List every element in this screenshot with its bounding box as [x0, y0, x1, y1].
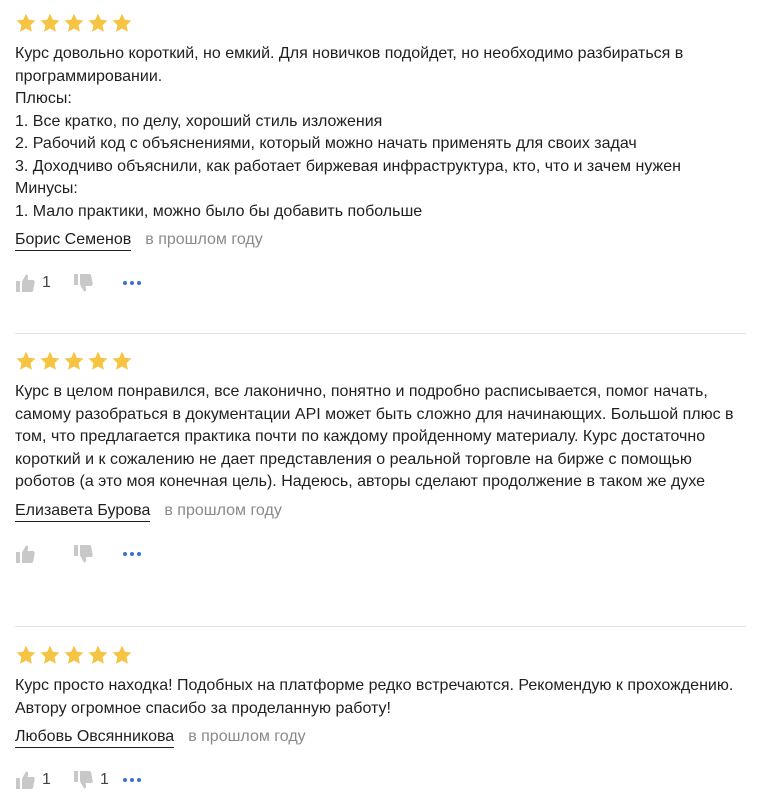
star-icon [111, 644, 133, 666]
like-count: 1 [42, 771, 51, 788]
review-date: в прошлом году [164, 501, 282, 519]
thumbs-up-icon [15, 273, 35, 293]
review-text: Курс просто находка! Подобных на платфор… [15, 677, 738, 717]
review-actions: 1 [15, 271, 745, 295]
thumbs-down-icon [73, 544, 93, 564]
review-card: Курс в целом понравился, все лаконично, … [0, 349, 760, 566]
star-icon [63, 644, 85, 666]
more-options-button[interactable] [123, 544, 141, 564]
like-button[interactable] [15, 544, 57, 564]
review-actions: 1 1 [15, 768, 745, 792]
review-meta: Борис Семенов в прошлом году [15, 231, 745, 251]
review-text: Курс в целом понравился, все лаконично, … [15, 383, 739, 490]
star-icon [15, 350, 37, 372]
rating-stars [15, 643, 745, 667]
star-icon [63, 350, 85, 372]
like-button[interactable]: 1 [15, 273, 57, 293]
review-date: в прошлом году [145, 231, 263, 248]
star-icon [39, 644, 61, 666]
thumbs-up-icon [15, 770, 35, 790]
review-actions [15, 542, 745, 566]
rating-stars [15, 349, 745, 373]
review-meta: Елизавета Бурова в прошлом году [15, 502, 745, 522]
rating-stars [15, 11, 745, 35]
thumbs-down-icon [73, 273, 93, 293]
like-count: 1 [42, 274, 51, 291]
star-icon [87, 350, 109, 372]
author-link[interactable]: Борис Семенов [15, 231, 132, 251]
review-date: в прошлом году [188, 728, 306, 745]
star-icon [111, 350, 133, 372]
divider [15, 626, 746, 627]
star-icon [87, 644, 109, 666]
star-icon [111, 12, 133, 34]
author-link[interactable]: Елизавета Бурова [15, 502, 151, 522]
dislike-count: 1 [100, 771, 109, 788]
star-icon [39, 12, 61, 34]
author-link[interactable]: Любовь Овсянникова [15, 728, 175, 748]
thumbs-up-icon [15, 544, 35, 564]
thumbs-down-icon [73, 770, 93, 790]
like-button[interactable]: 1 [15, 770, 57, 790]
review-card: Курс довольно короткий, но емкий. Для но… [0, 11, 760, 295]
star-icon [39, 350, 61, 372]
dislike-button[interactable] [73, 273, 123, 293]
star-icon [87, 12, 109, 34]
star-icon [63, 12, 85, 34]
more-options-button[interactable] [123, 273, 141, 293]
dislike-button[interactable]: 1 [73, 770, 123, 790]
divider [15, 333, 746, 334]
star-icon [15, 12, 37, 34]
dislike-button[interactable] [73, 544, 123, 564]
more-options-button[interactable] [123, 770, 141, 790]
more-dots-icon [123, 551, 127, 556]
star-icon [15, 644, 37, 666]
review-card: Курс просто находка! Подобных на платфор… [0, 643, 760, 792]
more-dots-icon [123, 778, 127, 782]
more-dots-icon [123, 281, 127, 285]
review-meta: Любовь Овсянникова в прошлом году [15, 728, 745, 748]
review-text: Курс довольно короткий, но емкий. Для но… [15, 45, 684, 220]
